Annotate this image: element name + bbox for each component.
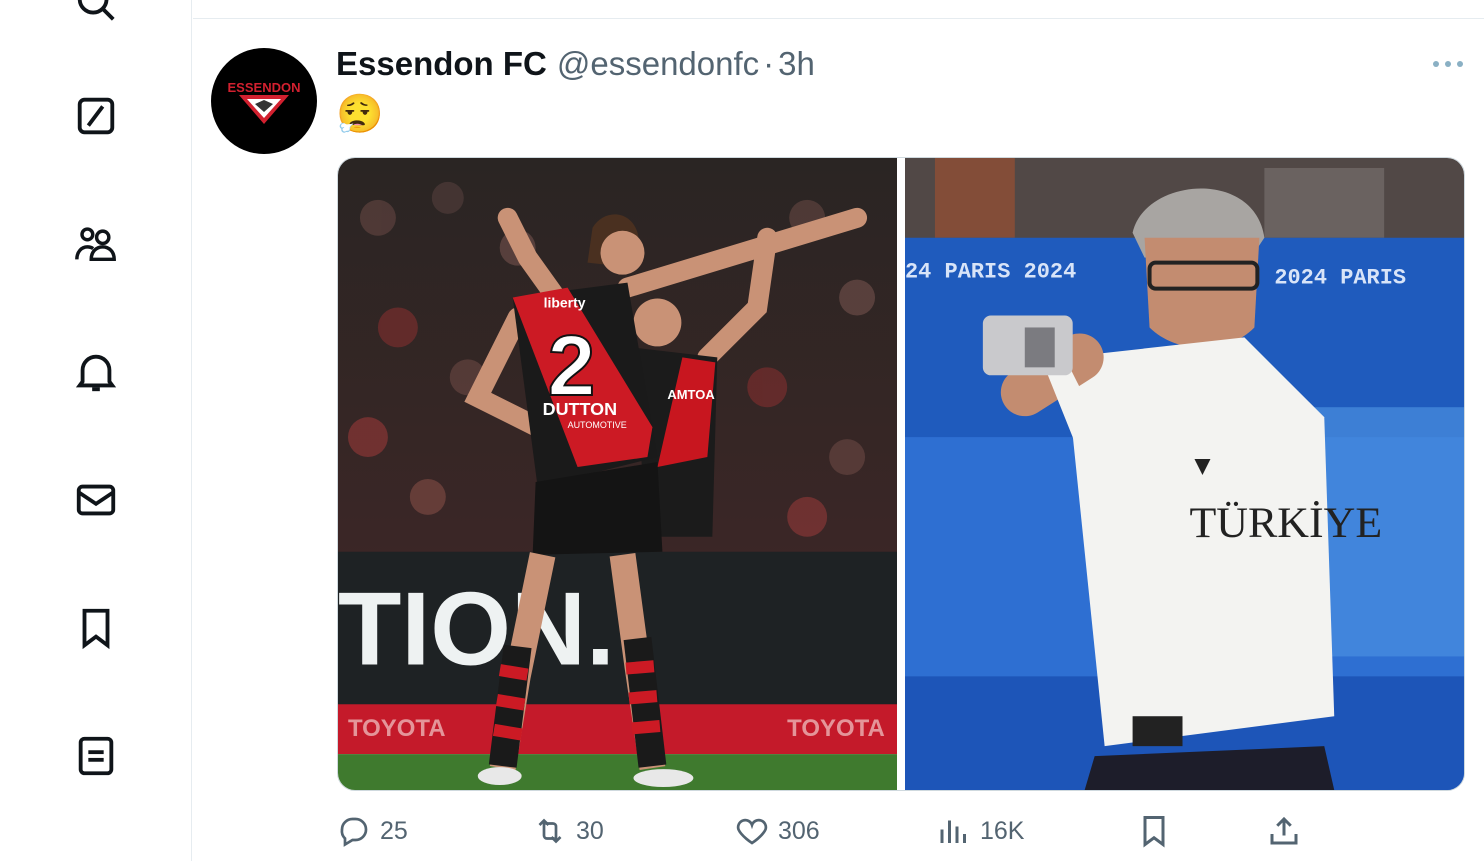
bell-icon[interactable] <box>68 344 124 400</box>
sponsor-main: DUTTON <box>543 399 617 419</box>
bookmark-icon <box>1143 816 1165 848</box>
photo-footballer[interactable]: TION. TOYOTA TOYOTA AMTOA liberty 2 DUTT… <box>338 158 897 790</box>
like-button[interactable]: 306 <box>734 805 820 857</box>
repost-button[interactable]: 30 <box>532 805 604 857</box>
tweet-header: Essendon FC @essendonfc · 3h <box>336 40 815 88</box>
avatar[interactable]: ESSENDON <box>211 48 317 154</box>
banner-text: TION. <box>338 570 615 686</box>
share-button[interactable] <box>1266 805 1310 857</box>
tweet-actions: 25 30 306 16K <box>336 805 1316 857</box>
divider <box>193 18 1484 19</box>
reply-button[interactable]: 25 <box>336 805 408 857</box>
like-count: 306 <box>778 816 820 845</box>
tweet-text: 😮‍💨 <box>336 92 384 136</box>
teammate-sponsor: AMTOA <box>667 387 715 402</box>
board-text-2: TOYOTA <box>787 715 885 742</box>
mail-icon[interactable] <box>68 472 124 528</box>
repost-icon <box>538 818 562 844</box>
reply-count: 25 <box>380 816 408 845</box>
avatar-logo-text: ESSENDON <box>228 80 301 95</box>
view-count: 16K <box>980 816 1025 845</box>
repost-count: 30 <box>576 816 604 845</box>
wall-text-1: 24 PARIS 2024 <box>905 260 1076 285</box>
wall-text-2: 2024 PARIS <box>1274 266 1406 291</box>
sponsor-top: liberty <box>544 295 586 311</box>
bookmark-button[interactable] <box>1136 805 1180 857</box>
analytics-icon <box>940 820 966 843</box>
display-name[interactable]: Essendon FC <box>336 45 547 83</box>
search-icon[interactable] <box>68 0 124 30</box>
handle[interactable]: @essendonfc <box>557 45 759 83</box>
timestamp[interactable]: 3h <box>778 45 815 83</box>
bookmark-icon[interactable] <box>68 600 124 656</box>
communities-icon[interactable] <box>68 216 124 272</box>
more-options-icon[interactable] <box>1426 48 1470 80</box>
tweet-media[interactable]: TION. TOYOTA TOYOTA AMTOA liberty 2 DUTT… <box>337 157 1465 791</box>
grok-icon[interactable] <box>68 88 124 144</box>
lists-icon[interactable] <box>68 728 124 784</box>
separator: · <box>763 45 775 82</box>
sponsor-sub: AUTOMOTIVE <box>568 420 627 430</box>
share-icon <box>1270 816 1298 845</box>
photo-shooter[interactable]: 24 PARIS 2024 2024 PARIS TÜRKİYE <box>905 158 1464 790</box>
board-text-1: TOYOTA <box>348 715 446 742</box>
timeline: ESSENDON Essendon FC @essendonfc · 3h 😮‍… <box>193 0 1484 861</box>
views-button[interactable]: 16K <box>936 805 1024 857</box>
reply-icon <box>340 817 368 847</box>
heart-icon <box>736 818 768 845</box>
shirt-text: TÜRKİYE <box>1189 499 1382 547</box>
sidebar-nav <box>0 0 192 861</box>
